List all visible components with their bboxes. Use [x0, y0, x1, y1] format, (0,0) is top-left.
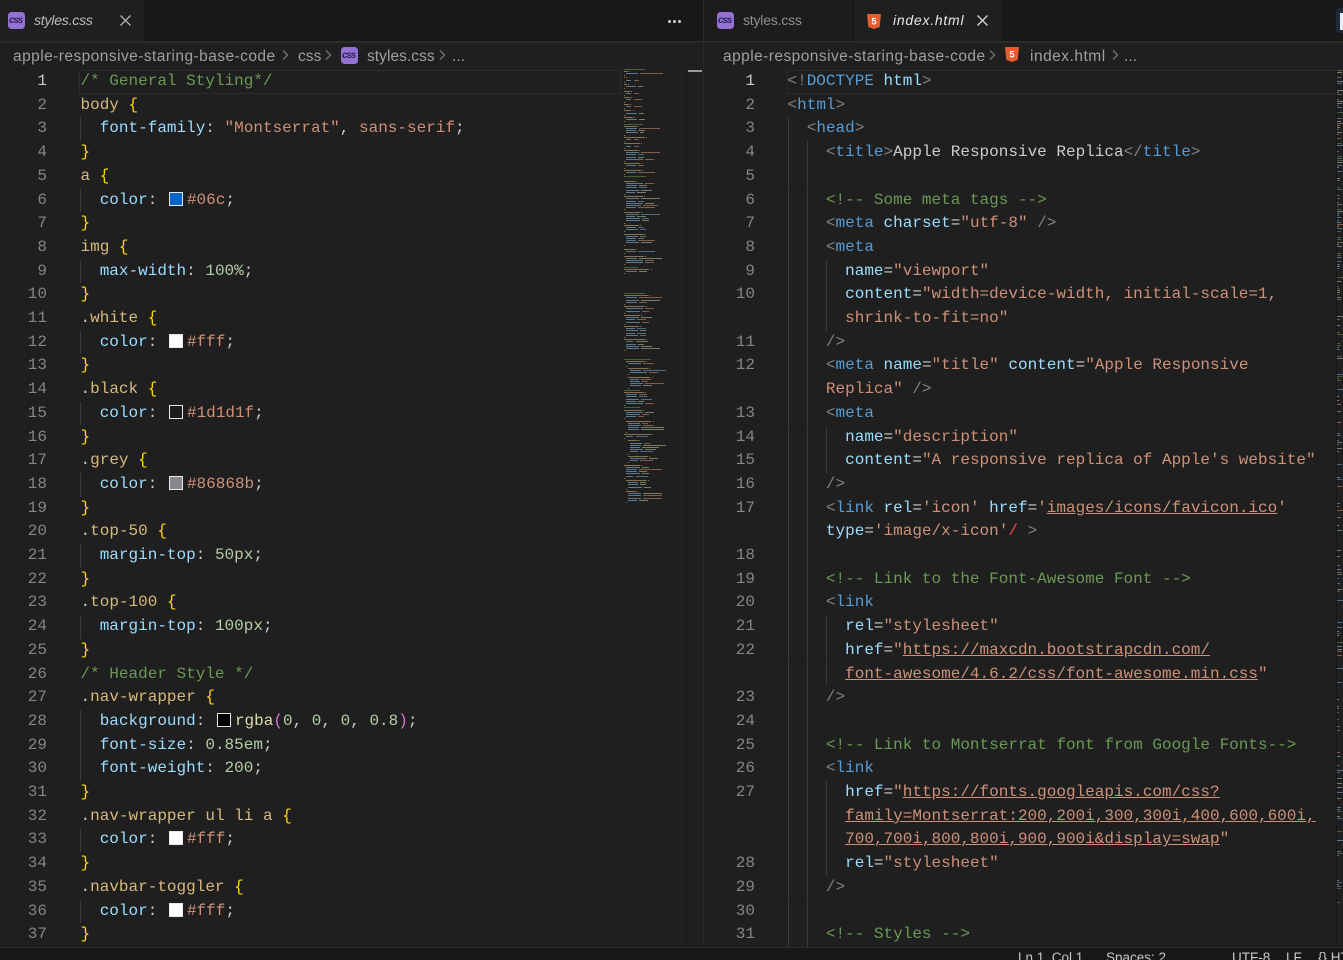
svg-text:5: 5 — [871, 17, 877, 28]
svg-text:5: 5 — [1009, 50, 1015, 61]
